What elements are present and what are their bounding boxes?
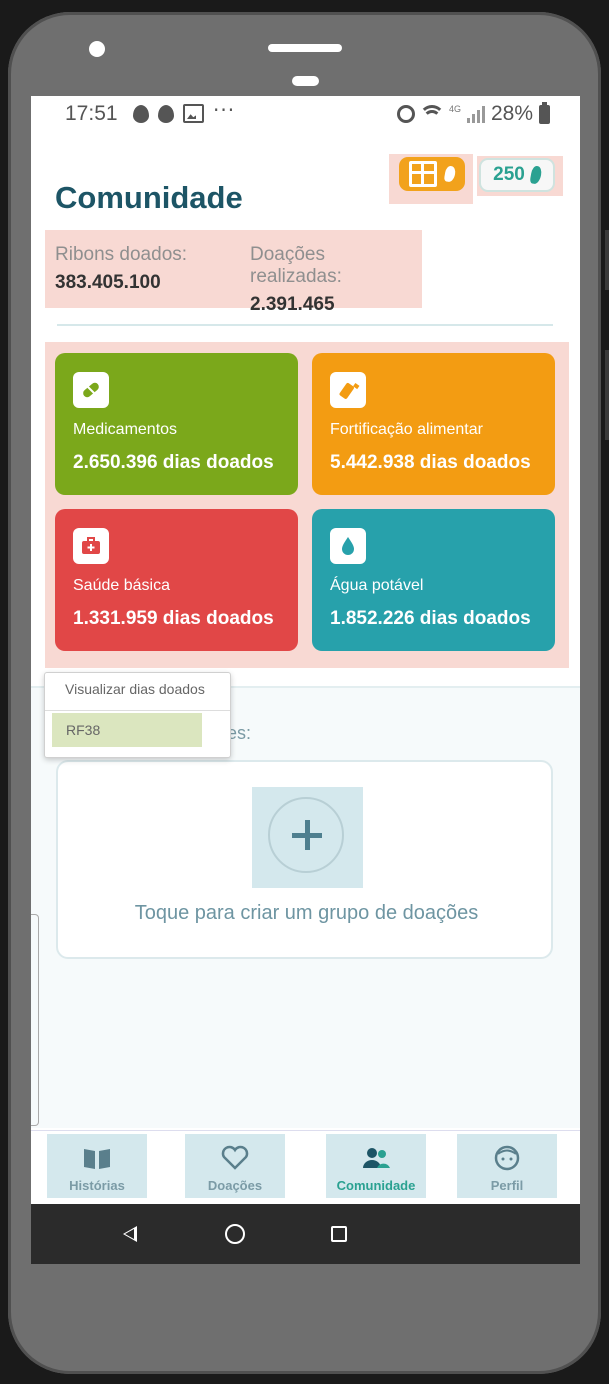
status-time: 17:51 [65, 102, 118, 125]
volume-button [605, 230, 609, 290]
card-value: 5.442.938 dias doados [330, 452, 531, 473]
image-icon [183, 104, 204, 123]
book-icon [82, 1145, 112, 1171]
people-icon [361, 1145, 391, 1171]
menu-item-visualizar[interactable]: Visualizar dias doados [65, 681, 205, 697]
bottom-navigation: Histórias Doações Comunidade Perfil [31, 1130, 580, 1205]
create-group-text: Toque para criar um grupo de doações [134, 902, 479, 924]
menu-divider [45, 710, 230, 711]
ribbon-icon [529, 165, 543, 185]
android-navigation-bar [31, 1204, 580, 1264]
sensor [292, 76, 319, 86]
bottle-icon [330, 372, 366, 408]
tab-label: Histórias [69, 1178, 125, 1193]
donations-made-label: Doações realizadas: [250, 244, 342, 287]
donations-made-value: 2.391.465 [250, 294, 335, 315]
create-group-card[interactable]: Toque para criar um grupo de doações [56, 760, 553, 959]
speaker-grille [268, 44, 342, 52]
face-icon [492, 1145, 522, 1171]
donations-made-stat: Doações realizadas: 2.391.465 [250, 230, 422, 316]
card-label: Medicamentos [73, 421, 178, 438]
status-bar: 17:51 ··· 4G 28% [31, 96, 580, 134]
tab-doacoes[interactable]: Doações [185, 1134, 285, 1198]
battery-percent: 28% [490, 102, 533, 125]
ribbons-donated-stat: Ribons doados: 383.405.100 [55, 230, 187, 294]
card-medicamentos[interactable]: Medicamentos 2.650.396 dias doados [55, 353, 298, 495]
flame-icon [133, 104, 149, 123]
first-aid-kit-icon [73, 528, 109, 564]
overlay-edge [31, 914, 39, 1126]
ribbons-donated-label: Ribons doados: [55, 244, 188, 265]
community-stats: Ribons doados: 383.405.100 Doações reali… [45, 230, 422, 315]
menu-item-label: RF38 [66, 722, 101, 738]
signal-icon [466, 105, 485, 123]
card-agua-potavel[interactable]: Água potável 1.852.226 dias doados [312, 509, 555, 651]
recent-apps-icon[interactable] [331, 1226, 347, 1242]
gift-icon [409, 161, 437, 187]
context-menu: Visualizar dias doados RF38 [44, 672, 231, 758]
ribbon-icon [443, 165, 457, 183]
add-group-button[interactable] [252, 787, 363, 888]
section-divider [57, 324, 553, 326]
card-value: 1.331.959 dias doados [73, 608, 274, 629]
card-label: Água potável [330, 577, 424, 594]
card-label: Fortificação alimentar [330, 421, 483, 438]
gift-button[interactable] [389, 154, 473, 204]
power-button [605, 350, 609, 440]
home-icon[interactable] [225, 1224, 245, 1244]
water-drop-icon [330, 528, 366, 564]
ribbon-balance[interactable]: 250 [477, 156, 563, 196]
phone-frame: 17:51 ··· 4G 28% 250 Comunidade Ribons d… [0, 0, 609, 1384]
heart-icon [220, 1145, 250, 1171]
wifi-icon [418, 105, 445, 123]
back-icon[interactable] [123, 1226, 137, 1242]
flame-icon [158, 104, 174, 123]
card-saude-basica[interactable]: Saúde básica 1.331.959 dias doados [55, 509, 298, 651]
tab-label: Perfil [490, 1178, 524, 1193]
app-screen: 17:51 ··· 4G 28% 250 Comunidade Ribons d… [31, 96, 580, 1264]
ribbon-balance-value: 250 [493, 164, 525, 185]
page-title: Comunidade [55, 180, 243, 215]
card-value: 1.852.226 dias doados [330, 608, 531, 629]
card-label: Saúde básica [73, 577, 170, 594]
menu-item-rf38[interactable]: RF38 [52, 713, 202, 747]
camera-icon [89, 41, 105, 57]
notification-icons: ··· [133, 98, 235, 123]
ribbon-balance-pill: 250 [479, 158, 555, 192]
ribbons-donated-value: 383.405.100 [55, 272, 161, 293]
plus-icon [268, 797, 344, 873]
card-fortificacao[interactable]: Fortificação alimentar 5.442.938 dias do… [312, 353, 555, 495]
pill-icon [73, 372, 109, 408]
cause-cards: Medicamentos 2.650.396 dias doados Forti… [45, 342, 569, 668]
gift-pill [399, 157, 465, 191]
alarm-icon [396, 105, 415, 123]
tab-comunidade[interactable]: Comunidade [326, 1134, 426, 1198]
tab-label: Comunidade [336, 1178, 416, 1193]
battery-icon [539, 101, 550, 124]
network-type: 4G [448, 104, 461, 114]
tab-historias[interactable]: Histórias [47, 1134, 147, 1198]
system-icons: 4G 28% [396, 101, 550, 126]
tab-perfil[interactable]: Perfil [457, 1134, 557, 1198]
more-notifications-icon: ··· [213, 97, 236, 122]
card-value: 2.650.396 dias doados [73, 452, 274, 473]
tab-label: Doações [207, 1178, 263, 1193]
